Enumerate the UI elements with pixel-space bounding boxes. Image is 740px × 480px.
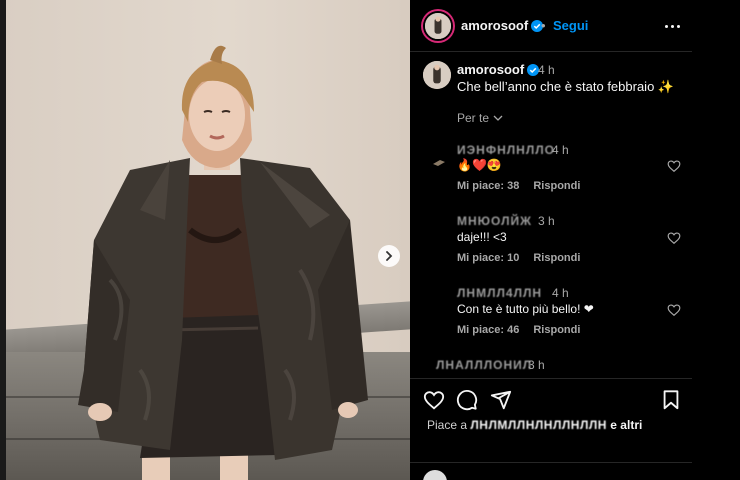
caption-time: 4 h: [538, 63, 555, 77]
likes-blurred-users[interactable]: ЛНЛМЛЛНЛНЛЛНЛЛН: [470, 418, 607, 432]
likes-prefix: Piace a: [427, 418, 471, 432]
comment-time: 4 h: [552, 286, 569, 300]
caption-username[interactable]: amorosoof: [457, 62, 540, 77]
more-dot-icon: [676, 24, 680, 28]
comment-meta: Mi piace: 38 Rispondi: [457, 180, 580, 192]
post-header: amorosoof • Segui: [410, 0, 692, 52]
comment-time: 3 h: [528, 358, 545, 372]
photo-person: [78, 45, 368, 480]
heart-icon[interactable]: [667, 159, 681, 173]
more-dot-icon: [664, 24, 668, 28]
chevron-right-icon: [386, 251, 393, 261]
comment-likes[interactable]: Mi piace: 10: [457, 252, 519, 264]
author-avatar[interactable]: [423, 11, 453, 41]
caption-text: Che bell’anno che è stato febbraio ✨: [457, 79, 675, 94]
caption-username-text[interactable]: amorosoof: [457, 62, 524, 77]
comment-username[interactable]: ИЭНФНЛНЛЛО: [457, 143, 555, 157]
avatar-photo: [423, 61, 451, 89]
comment-likes[interactable]: Mi piace: 46: [457, 324, 519, 336]
next-image-button[interactable]: [378, 245, 400, 267]
share-send-icon[interactable]: [490, 389, 512, 411]
post-image[interactable]: [0, 0, 410, 480]
for-you-toggle[interactable]: Per te: [457, 111, 503, 125]
like-heart-icon[interactable]: [423, 389, 445, 411]
comment-meta: Mi piace: 46 Rispondi: [457, 324, 580, 336]
avatar-photo: [425, 13, 451, 39]
post-details-panel: amorosoof • Segui amorosoof 4 h Che bell…: [410, 0, 692, 480]
page-background: [692, 0, 740, 480]
for-you-label[interactable]: Per te: [457, 111, 489, 125]
heart-icon[interactable]: [667, 303, 681, 317]
comment-username[interactable]: МНЮОЛЙЖ: [457, 214, 532, 228]
header-separator: •: [541, 18, 546, 33]
photo-edge: [0, 0, 6, 480]
comment-username[interactable]: ЛНМЛЛ4ЛЛН: [457, 286, 542, 300]
comment-text: Con te è tutto più bello! ❤: [457, 302, 594, 316]
comment-likes[interactable]: Mi piace: 38: [457, 180, 519, 192]
likes-summary[interactable]: Piace a ЛНЛМЛЛНЛНЛЛНЛЛН e altri: [427, 418, 642, 432]
heart-icon[interactable]: [667, 231, 681, 245]
comment-meta: Mi piace: 10 Rispondi: [457, 252, 580, 264]
viewer-avatar[interactable]: [423, 470, 447, 480]
likes-suffix[interactable]: e altri: [607, 418, 642, 432]
save-bookmark-icon[interactable]: [660, 389, 682, 411]
comment-username[interactable]: ЛНАЛЛЛОНИЛ: [436, 358, 532, 372]
comment-time: 3 h: [538, 214, 555, 228]
author-username[interactable]: amorosoof: [461, 18, 544, 33]
commenter-avatar-icon[interactable]: [432, 155, 446, 169]
more-options-button[interactable]: [662, 16, 682, 36]
more-dot-icon: [670, 24, 674, 28]
follow-button[interactable]: Segui: [553, 18, 588, 33]
comment-text: daje!!! <3: [457, 230, 507, 244]
reply-button[interactable]: Rispondi: [533, 252, 580, 264]
reply-button[interactable]: Rispondi: [533, 180, 580, 192]
author-username-text[interactable]: amorosoof: [461, 18, 528, 33]
caption-avatar[interactable]: [423, 61, 451, 89]
post-actions-bar: [410, 378, 692, 422]
chevron-down-icon: [493, 115, 503, 121]
comment-time: 4 h: [552, 143, 569, 157]
comment-composer-divider: [410, 462, 692, 463]
comment-text: 🔥❤️😍: [457, 158, 502, 172]
comment-bubble-icon[interactable]: [456, 389, 478, 411]
reply-button[interactable]: Rispondi: [533, 324, 580, 336]
